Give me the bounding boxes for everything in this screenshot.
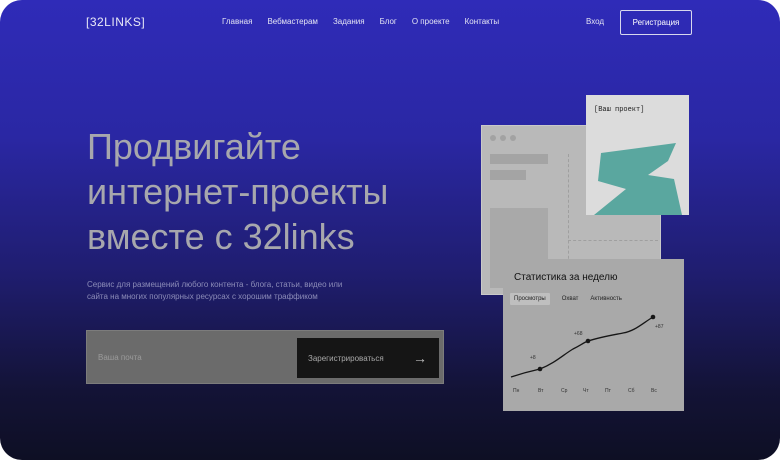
nav-item-tasks[interactable]: Задания (333, 17, 365, 26)
nav-item-webmasters[interactable]: Вебмастерам (267, 17, 317, 26)
main-nav: Главная Вебмастерам Задания Блог О проек… (222, 17, 514, 26)
hero-title-line: Продвигайте (87, 126, 301, 167)
hero-subtitle-line: Сервис для размещений любого контента - … (87, 280, 343, 289)
placeholder-bar (490, 154, 548, 164)
point-label: +68 (574, 331, 583, 337)
signup-form: Зарегистрироваться → (86, 330, 444, 384)
day-label: Пн (513, 388, 520, 394)
window-dots (490, 135, 516, 141)
day-label: Пт (605, 388, 612, 394)
placeholder-bar (490, 170, 526, 180)
signup-submit-label: Зарегистрироваться (308, 353, 384, 363)
nav-item-about[interactable]: О проекте (412, 17, 450, 26)
point-label: +8 (530, 355, 536, 361)
day-label: Вт (538, 388, 544, 394)
nav-item-home[interactable]: Главная (222, 17, 252, 26)
hero-subtitle-line: сайта на многих популярных ресурсах с хо… (87, 292, 318, 301)
page-frame: [32LINKS] Главная Вебмастерам Задания Бл… (0, 0, 780, 460)
login-link[interactable]: Вход (586, 17, 604, 26)
email-input[interactable] (87, 331, 292, 383)
project-card: [Ваш проект] (586, 95, 689, 215)
chart-point (650, 314, 656, 320)
logo[interactable]: [32LINKS] (86, 15, 145, 29)
hero-subtitle: Сервис для размещений любого контента - … (87, 279, 387, 303)
day-label: Чт (583, 388, 589, 394)
chart-point (585, 338, 591, 344)
arrow-right-icon: → (413, 350, 427, 366)
hero-title-line: интернет-проекты (87, 171, 389, 212)
dashed-guide (568, 240, 658, 241)
nav-item-blog[interactable]: Блог (380, 17, 397, 26)
point-label: +87 (655, 324, 664, 330)
day-label: Сб (628, 388, 635, 394)
hero-title: Продвигайте интернет-проекты вместе с 32… (87, 124, 447, 259)
stats-card: Статистика за неделю Просмотры Охват Акт… (503, 259, 684, 411)
signup-submit-button[interactable]: Зарегистрироваться → (297, 338, 439, 378)
nav-item-contacts[interactable]: Контакты (465, 17, 500, 26)
chart-point (537, 366, 543, 372)
day-label: Вс (651, 388, 657, 394)
stats-line-chart: +8 +68 +87 Пн Вт Ср Чт Пт Сб Вс (510, 314, 664, 394)
day-label: Ср (561, 388, 568, 394)
project-shape-illustration (594, 143, 682, 215)
hero-title-line: вместе с 32links (87, 216, 355, 257)
register-button[interactable]: Регистрация (620, 10, 692, 35)
dashed-guide (568, 154, 569, 274)
